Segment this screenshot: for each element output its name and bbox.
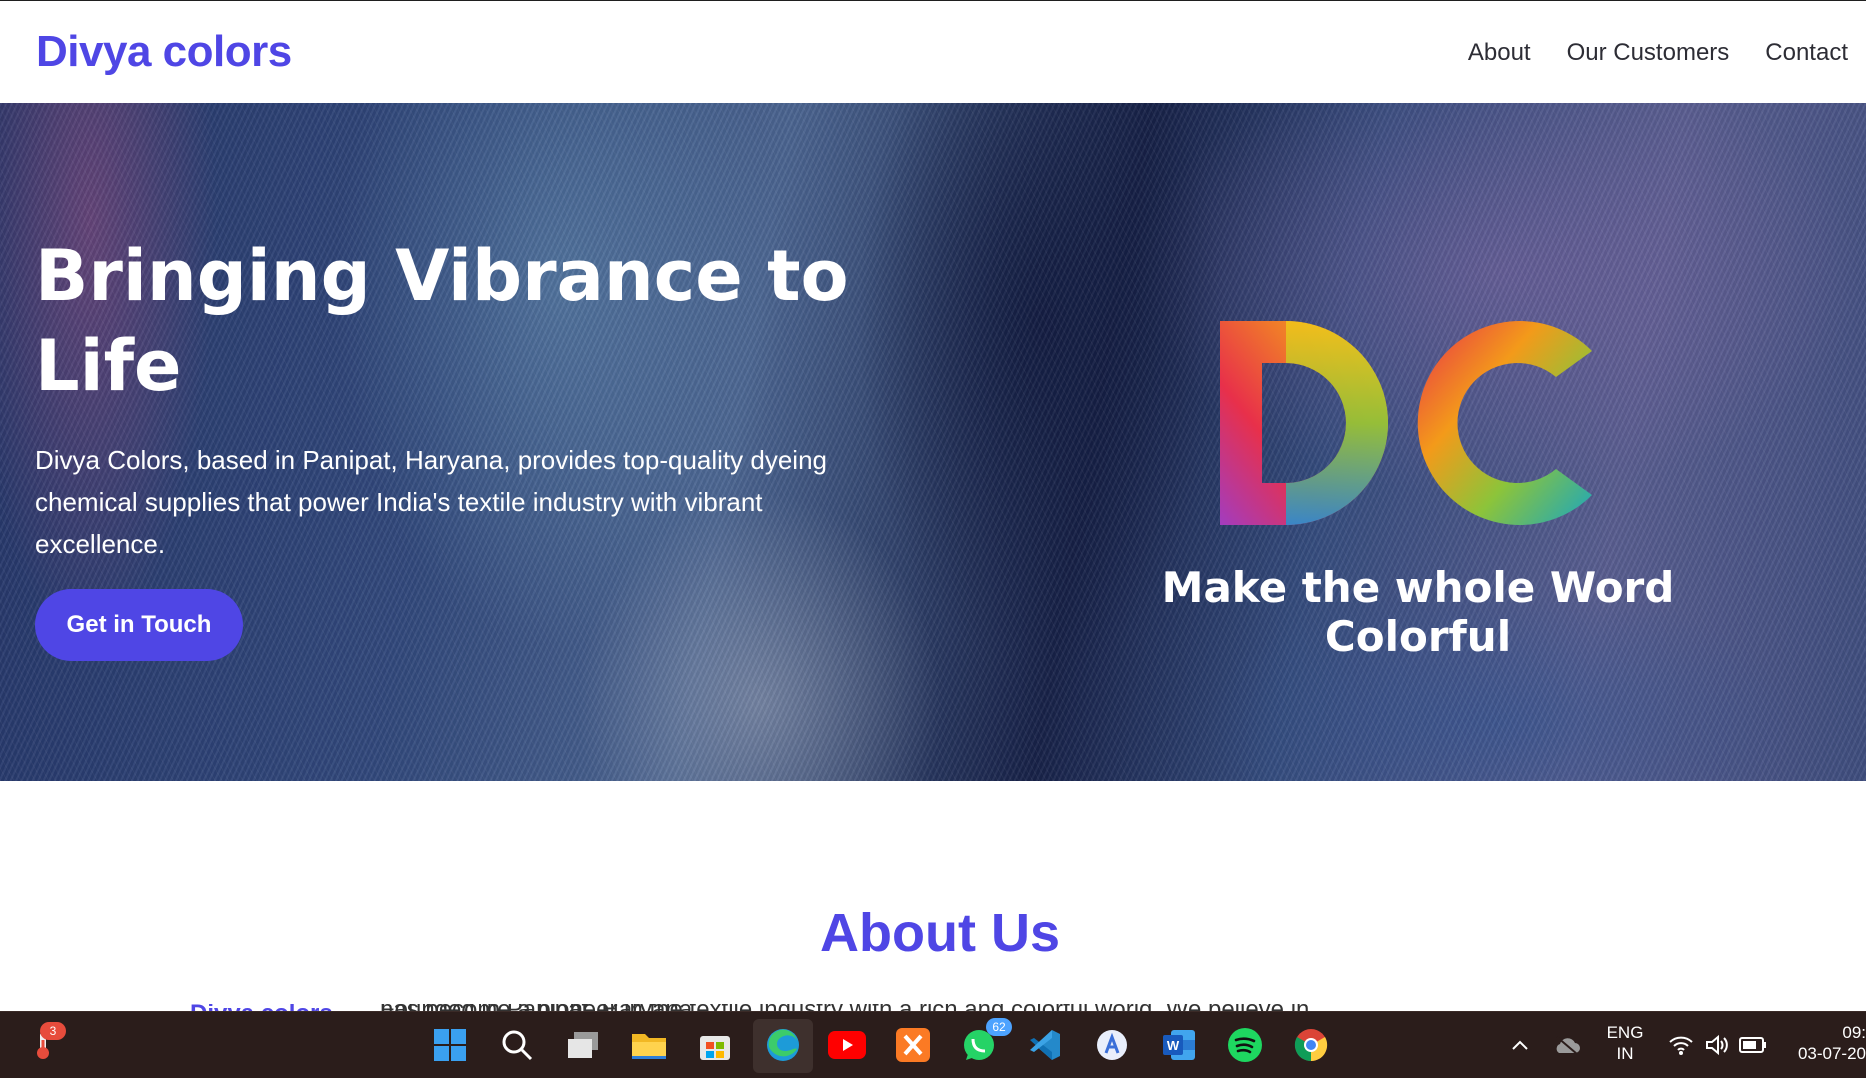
chevron-up-icon[interactable] — [1501, 1026, 1539, 1064]
youtube-icon[interactable] — [828, 1026, 866, 1064]
weather-badge: 3 — [40, 1022, 66, 1040]
task-view-icon[interactable] — [564, 1026, 602, 1064]
whatsapp-badge: 62 — [986, 1018, 1012, 1036]
svg-text:W: W — [1167, 1038, 1180, 1053]
edge-icon[interactable] — [764, 1026, 802, 1064]
hero-description: Divya Colors, based in Panipat, Haryana,… — [35, 445, 827, 559]
wifi-icon[interactable] — [1662, 1026, 1700, 1064]
get-in-touch-button[interactable]: Get in Touch — [35, 589, 243, 661]
hero-tagline: Make the whole Word Colorful — [1161, 563, 1675, 661]
brand-logo-text[interactable]: Divya colors — [36, 27, 292, 77]
hero-content: Bringing Vibrance to Life Divya Colors, … — [35, 231, 875, 565]
whatsapp-icon[interactable]: 62 — [960, 1018, 1012, 1064]
nav-customers-link[interactable]: Our Customers — [1567, 39, 1730, 67]
start-icon[interactable] — [431, 1026, 469, 1064]
main-nav: About Our Customers Contact — [1468, 39, 1848, 67]
cloud-icon[interactable] — [1548, 1026, 1586, 1064]
taskbar: 3 62 W ENG IN 09: 03-07-20 — [0, 1011, 1866, 1078]
vscode-icon[interactable] — [1026, 1026, 1064, 1064]
language-indicator[interactable]: ENG IN — [1600, 1022, 1650, 1064]
file-explorer-icon[interactable] — [630, 1026, 668, 1064]
hero-title-line1: Bringing Vibrance to — [35, 235, 849, 317]
clock-date: 03-07-20 — [1797, 1044, 1866, 1063]
battery-icon[interactable] — [1734, 1026, 1772, 1064]
search-icon[interactable] — [498, 1026, 536, 1064]
weather-icon[interactable]: 3 — [24, 1022, 66, 1064]
about-section-title: About Us — [820, 903, 1060, 963]
hero-title: Bringing Vibrance to Life — [35, 231, 875, 411]
volume-icon[interactable] — [1698, 1026, 1736, 1064]
hero-section: Bringing Vibrance to Life Divya Colors, … — [0, 103, 1866, 781]
chrome-icon[interactable] — [1292, 1026, 1330, 1064]
spotify-icon[interactable] — [1226, 1026, 1264, 1064]
navbar: Divya colors About Our Customers Contact — [0, 1, 1866, 103]
hero-title-line2: Life — [35, 325, 182, 407]
xampp-icon[interactable] — [894, 1026, 932, 1064]
app-icon[interactable] — [1093, 1026, 1131, 1064]
nav-contact-link[interactable]: Contact — [1765, 39, 1848, 67]
nav-about-link[interactable]: About — [1468, 39, 1531, 67]
word-icon[interactable]: W — [1160, 1026, 1198, 1064]
store-icon[interactable] — [696, 1026, 734, 1064]
language-line2: IN — [1616, 1044, 1634, 1063]
clock-time: 09: — [1842, 1023, 1866, 1042]
clock[interactable]: 09: 03-07-20 — [1782, 1022, 1866, 1064]
dc-logo — [1220, 321, 1592, 525]
language-line1: ENG — [1606, 1023, 1644, 1042]
